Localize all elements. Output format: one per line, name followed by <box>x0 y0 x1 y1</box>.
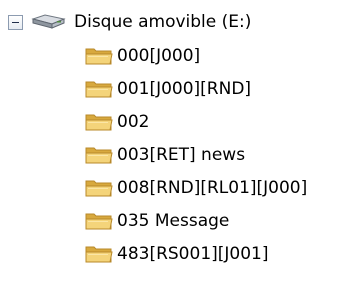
folder-label[interactable]: 003[RET] news <box>115 142 247 168</box>
folder-icon <box>85 180 113 196</box>
folder-icon <box>85 246 113 262</box>
folder-icon <box>85 81 113 97</box>
folder-label[interactable]: 035 Message <box>115 208 231 234</box>
tree-root-drive[interactable]: Disque amovible (E:) <box>8 6 253 38</box>
tree-folder-item[interactable]: 035 Message <box>84 204 309 237</box>
tree-folder-item[interactable]: 483[RS001][J001] <box>84 237 309 270</box>
tree-folder-item[interactable]: 000[J000] <box>84 39 309 72</box>
collapse-minus-icon[interactable] <box>8 14 23 30</box>
removable-drive-icon <box>31 14 66 29</box>
folder-label[interactable]: 000[J000] <box>115 43 202 69</box>
folder-label[interactable]: 001[J000][RND] <box>115 76 253 102</box>
folder-tree: Disque amovible (E:) 000[J000] 001[J000][… <box>0 0 356 283</box>
drive-label[interactable]: Disque amovible (E:) <box>72 9 253 35</box>
tree-folder-item[interactable]: 001[J000][RND] <box>84 72 309 105</box>
folder-label[interactable]: 002 <box>115 109 151 135</box>
folder-icon <box>85 147 113 163</box>
tree-folder-item[interactable]: 003[RET] news <box>84 138 309 171</box>
folder-label[interactable]: 008[RND][RL01][J000] <box>115 175 309 201</box>
tree-folder-item[interactable]: 002 <box>84 105 309 138</box>
folder-list: 000[J000] 001[J000][RND] 002 003[RET] news 0… <box>84 39 309 270</box>
folder-icon <box>85 114 113 130</box>
tree-folder-item[interactable]: 008[RND][RL01][J000] <box>84 171 309 204</box>
folder-label[interactable]: 483[RS001][J001] <box>115 241 271 267</box>
folder-icon <box>85 213 113 229</box>
folder-icon <box>85 48 113 64</box>
